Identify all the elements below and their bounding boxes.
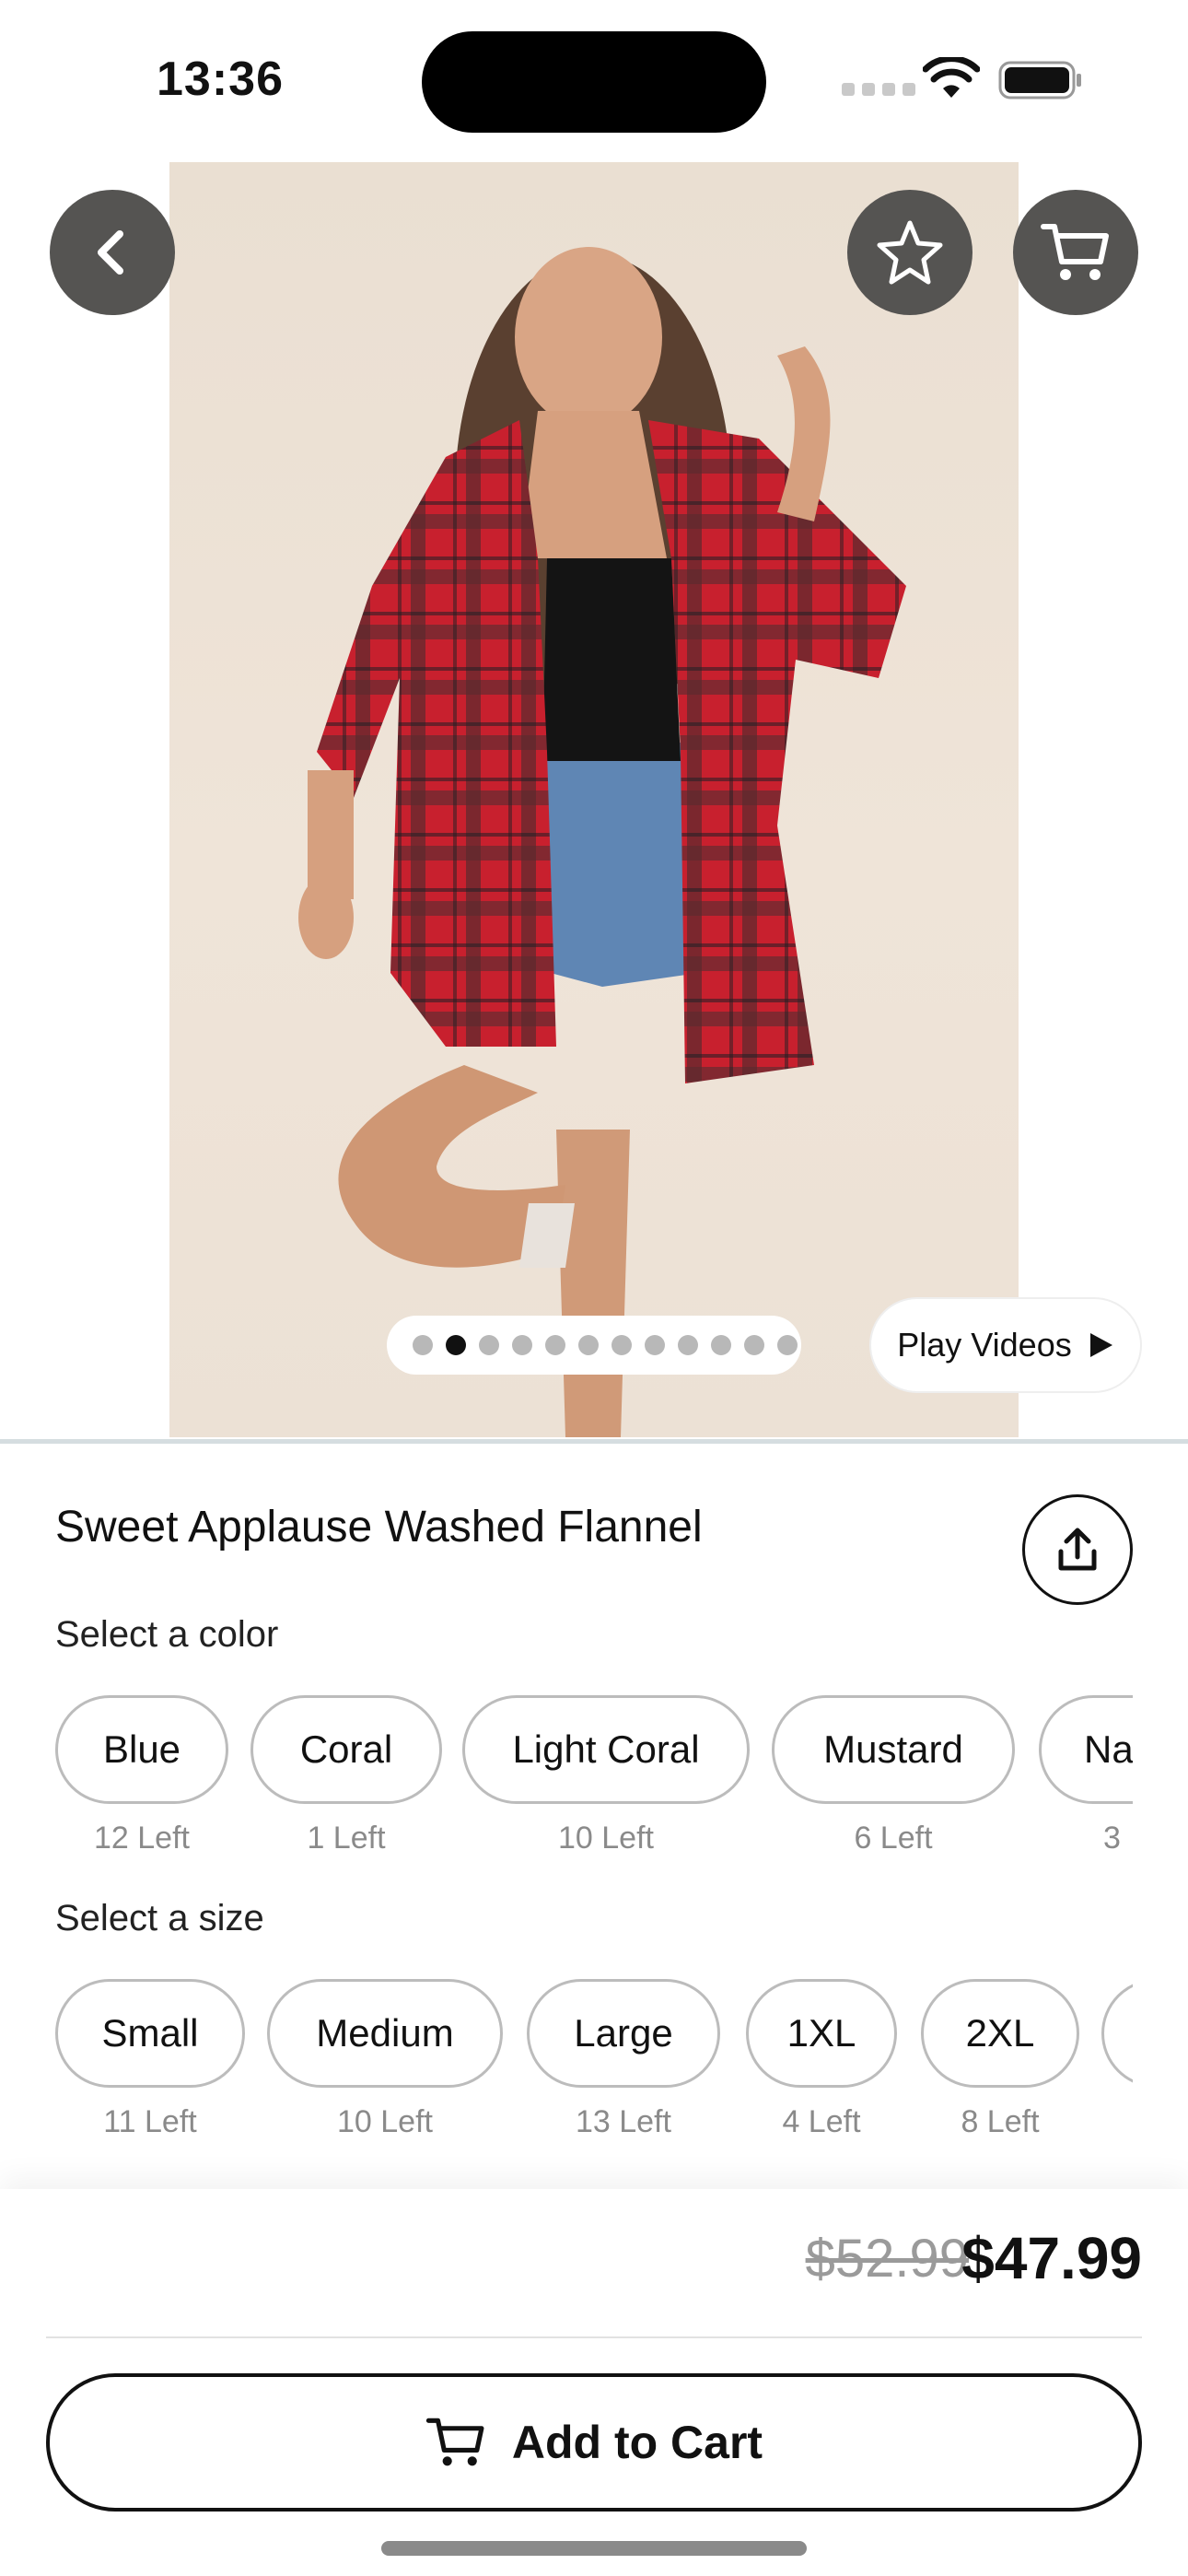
product-image[interactable]: [169, 162, 1019, 1437]
color-option-coral[interactable]: Coral 1 Left: [250, 1695, 442, 1856]
wifi-icon: [923, 57, 980, 98]
chevron-left-icon: [98, 230, 123, 275]
size-option-large[interactable]: Large 13 Left: [527, 1979, 720, 2140]
status-bar: 13:36: [0, 0, 1188, 157]
stock-count: 6 Left: [854, 1821, 933, 1856]
stock-count: 1 Left: [307, 1821, 386, 1856]
pagination-dot[interactable]: [645, 1335, 665, 1355]
pagination-dot[interactable]: [545, 1335, 565, 1355]
original-price: $52.99: [805, 2229, 969, 2289]
share-button[interactable]: [1022, 1494, 1133, 1605]
image-divider: [0, 1439, 1188, 1444]
color-options: Blue 12 Left Coral 1 Left Light Coral 10…: [55, 1695, 1133, 1879]
size-option-small[interactable]: Small 11 Left: [55, 1979, 245, 2140]
signal-icon: [842, 83, 915, 96]
price-divider: [46, 2336, 1142, 2338]
stock-count: 4 Left: [782, 2104, 861, 2139]
stock-count: 8 Left: [961, 2104, 1040, 2139]
purchase-bar: $52.99 $47.99 Add to Cart: [0, 2189, 1188, 2576]
size-pill[interactable]: [1101, 1979, 1133, 2088]
pagination-dot[interactable]: [611, 1335, 632, 1355]
cart-icon: [425, 2418, 484, 2466]
pagination-dot[interactable]: [512, 1335, 532, 1355]
stock-count: 3: [1103, 1821, 1121, 1856]
size-pill[interactable]: Medium: [267, 1979, 503, 2088]
pagination-dot[interactable]: [578, 1335, 599, 1355]
cart-icon: [1041, 224, 1109, 280]
dynamic-island: [422, 31, 766, 133]
size-pill[interactable]: Large: [527, 1979, 720, 2088]
size-pill[interactable]: 1XL: [746, 1979, 897, 2088]
size-option-2xl[interactable]: 2XL 8 Left: [921, 1979, 1079, 2140]
pagination-dot[interactable]: [479, 1335, 499, 1355]
star-icon: [877, 220, 943, 285]
add-to-cart-label: Add to Cart: [511, 2417, 763, 2468]
color-pill[interactable]: Light Coral: [462, 1695, 750, 1804]
battery-icon: [998, 61, 1081, 100]
stock-count: 13 Left: [576, 2104, 671, 2139]
size-section-label: Select a size: [55, 1898, 264, 1938]
pagination-dot[interactable]: [777, 1335, 798, 1355]
add-to-cart-button[interactable]: Add to Cart: [46, 2373, 1142, 2512]
pagination-dot[interactable]: [446, 1335, 466, 1355]
size-option-1xl[interactable]: 1XL 4 Left: [746, 1979, 897, 2140]
pagination-dot[interactable]: [413, 1335, 433, 1355]
status-time: 13:36: [157, 53, 284, 106]
play-icon: [1089, 1333, 1112, 1357]
share-icon: [1058, 1528, 1097, 1571]
product-title: Sweet Applause Washed Flannel: [55, 1503, 703, 1551]
cart-button[interactable]: [1013, 190, 1138, 315]
stock-count: 11 Left: [103, 2104, 197, 2139]
size-option-medium[interactable]: Medium 10 Left: [267, 1979, 503, 2140]
size-option-partial[interactable]: [1101, 1979, 1133, 2088]
back-button[interactable]: [50, 190, 175, 315]
home-indicator[interactable]: [381, 2541, 807, 2556]
image-pagination[interactable]: [387, 1316, 801, 1375]
color-section-label: Select a color: [55, 1614, 279, 1655]
pagination-dot[interactable]: [744, 1335, 764, 1355]
color-option-blue[interactable]: Blue 12 Left: [55, 1695, 228, 1856]
sale-price: $47.99: [961, 2225, 1142, 2291]
size-pill[interactable]: Small: [55, 1979, 245, 2088]
stock-count: 12 Left: [94, 1821, 190, 1856]
play-videos-label: Play Videos: [897, 1326, 1072, 1364]
stock-count: 10 Left: [558, 1821, 654, 1856]
pagination-dot[interactable]: [711, 1335, 731, 1355]
play-videos-button[interactable]: Play Videos: [869, 1297, 1142, 1393]
color-option-light-coral[interactable]: Light Coral 10 Left: [462, 1695, 750, 1856]
color-pill[interactable]: Na: [1039, 1695, 1133, 1804]
color-option-partial[interactable]: Na 3: [1039, 1695, 1133, 1856]
size-options: Small 11 Left Medium 10 Left Large 13 Le…: [55, 1979, 1133, 2163]
model-illustration: [298, 247, 906, 1437]
color-pill[interactable]: Blue: [55, 1695, 228, 1804]
pagination-dot[interactable]: [678, 1335, 698, 1355]
color-pill[interactable]: Mustard: [772, 1695, 1015, 1804]
stock-count: 10 Left: [337, 2104, 433, 2139]
color-option-mustard[interactable]: Mustard 6 Left: [772, 1695, 1015, 1856]
color-pill[interactable]: Coral: [250, 1695, 442, 1804]
favorite-button[interactable]: [847, 190, 973, 315]
size-pill[interactable]: 2XL: [921, 1979, 1079, 2088]
